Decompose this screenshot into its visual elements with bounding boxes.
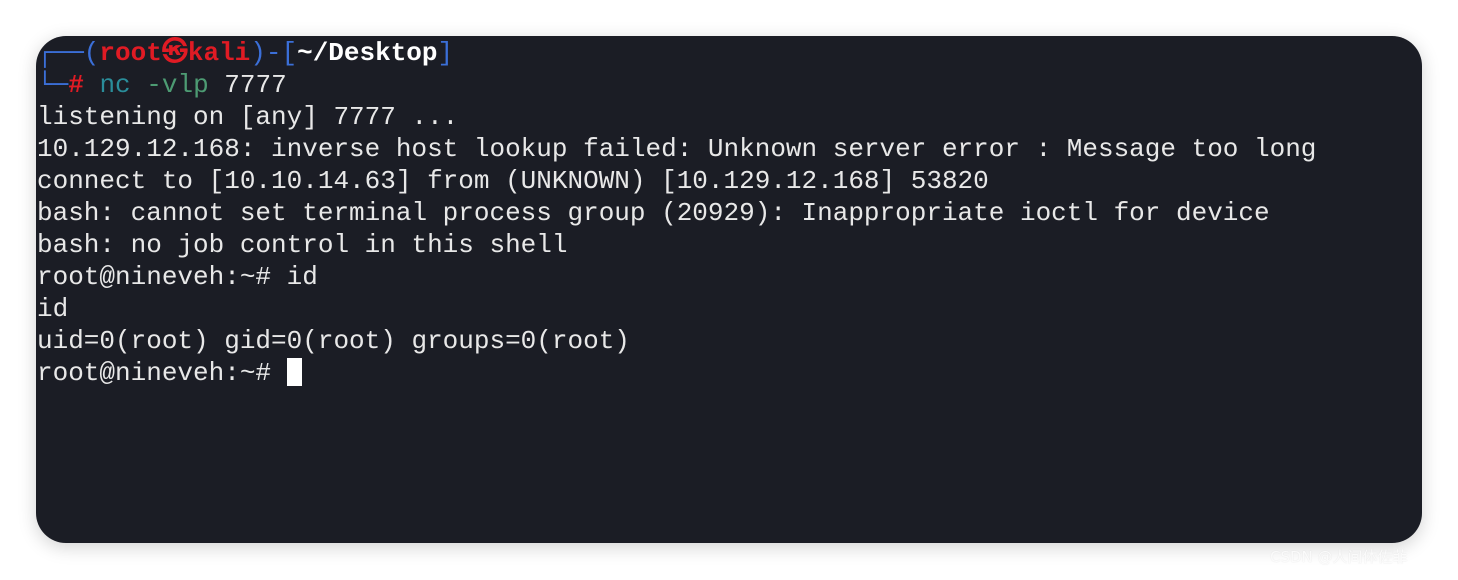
prompt-cwd: ~/Desktop [297, 38, 438, 68]
prompt-close: ] [437, 38, 454, 68]
output-line: 10.129.12.168: inverse host lookup faile… [37, 134, 1317, 164]
output-line: bash: no job control in this shell [37, 230, 568, 260]
command-port: 7777 [224, 70, 287, 100]
prompt-hash: # [68, 70, 84, 100]
prompt-corner: ┌──( [37, 38, 100, 68]
terminal-output: ┌──(root㉿kali)-[~/Desktop] └─# nc -vlp 7… [37, 37, 1422, 389]
current-prompt: root@nineveh:~# [37, 358, 287, 388]
prompt-separator: )-[ [250, 38, 298, 68]
output-line: root@nineveh:~# id [37, 262, 318, 292]
prompt-user: root [99, 38, 162, 68]
command-args: -vlp [146, 70, 209, 100]
output-line: id [37, 294, 69, 324]
output-line: uid=0(root) gid=0(root) groups=0(root) [37, 326, 630, 356]
prompt-at-icon: ㉿ [161, 38, 188, 68]
command-name: nc [99, 70, 131, 100]
prompt-host: kali [187, 38, 251, 68]
current-prompt-line[interactable]: root@nineveh:~# [37, 357, 1422, 389]
prompt-corner-bottom: └─ [37, 70, 69, 100]
output-line: bash: cannot set terminal process group … [37, 198, 1270, 228]
watermark: CSDN @人间体佐菲 [1270, 548, 1408, 566]
prompt-line-1: ┌──(root㉿kali)-[~/Desktop] [37, 37, 1422, 69]
prompt-line-2: └─# nc -vlp 7777 [37, 69, 1422, 101]
output-line: listening on [any] 7777 ... [37, 102, 459, 132]
output-line: connect to [10.10.14.63] from (UNKNOWN) … [37, 166, 989, 196]
text-cursor [286, 358, 302, 386]
terminal-window[interactable]: ┌──(root㉿kali)-[~/Desktop] └─# nc -vlp 7… [36, 36, 1422, 543]
